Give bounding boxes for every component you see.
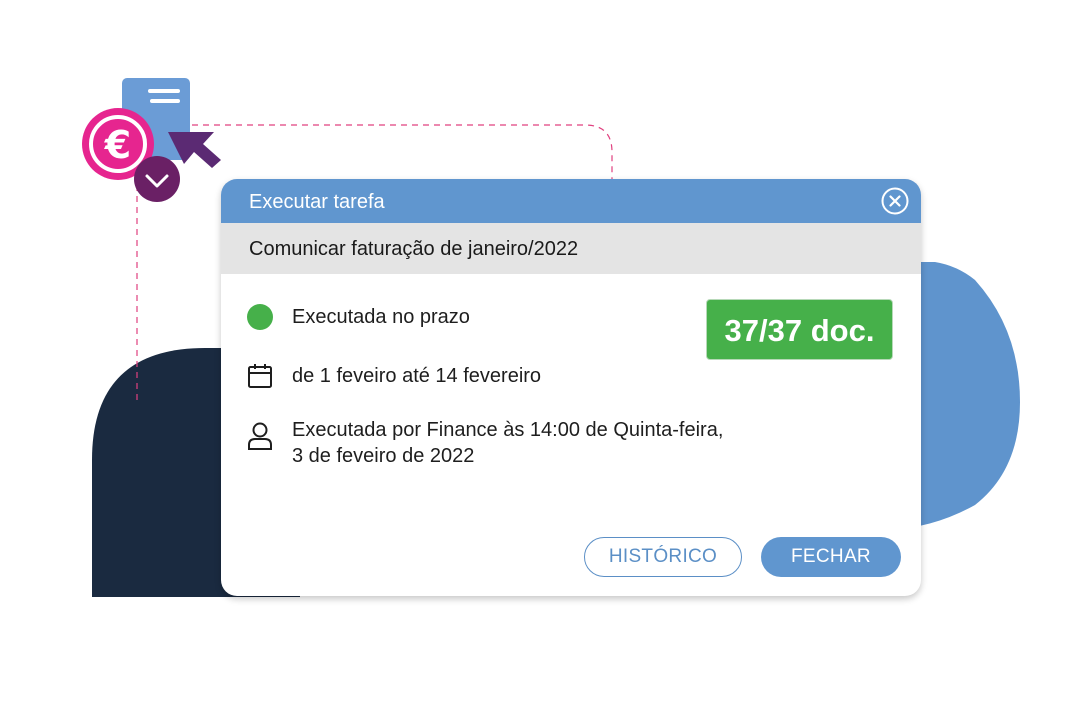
execute-task-dialog: Executar tarefa Comunicar faturação de j… [221,179,921,596]
executed-by-line2: 3 de feveiro de 2022 [292,445,475,467]
date-range-text: de 1 feveiro até 14 fevereiro [292,365,542,387]
close-circle-icon [881,187,909,215]
close-dialog-button[interactable] [881,187,909,215]
executed-by-line1: Executada por Finance às 14:00 de Quinta… [292,419,724,441]
svg-text:€: € [104,123,131,167]
close-button[interactable]: FECHAR [761,537,901,577]
calendar-icon [247,363,273,396]
document-count-badge: 37/37 doc. [706,299,893,360]
user-icon [247,421,273,458]
status-dot-icon [247,304,273,330]
task-name: Comunicar faturação de janeiro/2022 [249,238,579,260]
dialog-title: Executar tarefa [249,191,385,213]
history-button[interactable]: HISTÓRICO [584,537,742,577]
check-badge-icon [134,156,180,202]
status-text: Executada no prazo [292,306,470,328]
dialog-header: Executar tarefa [221,179,921,223]
task-subheader: Comunicar faturação de janeiro/2022 [221,223,921,274]
